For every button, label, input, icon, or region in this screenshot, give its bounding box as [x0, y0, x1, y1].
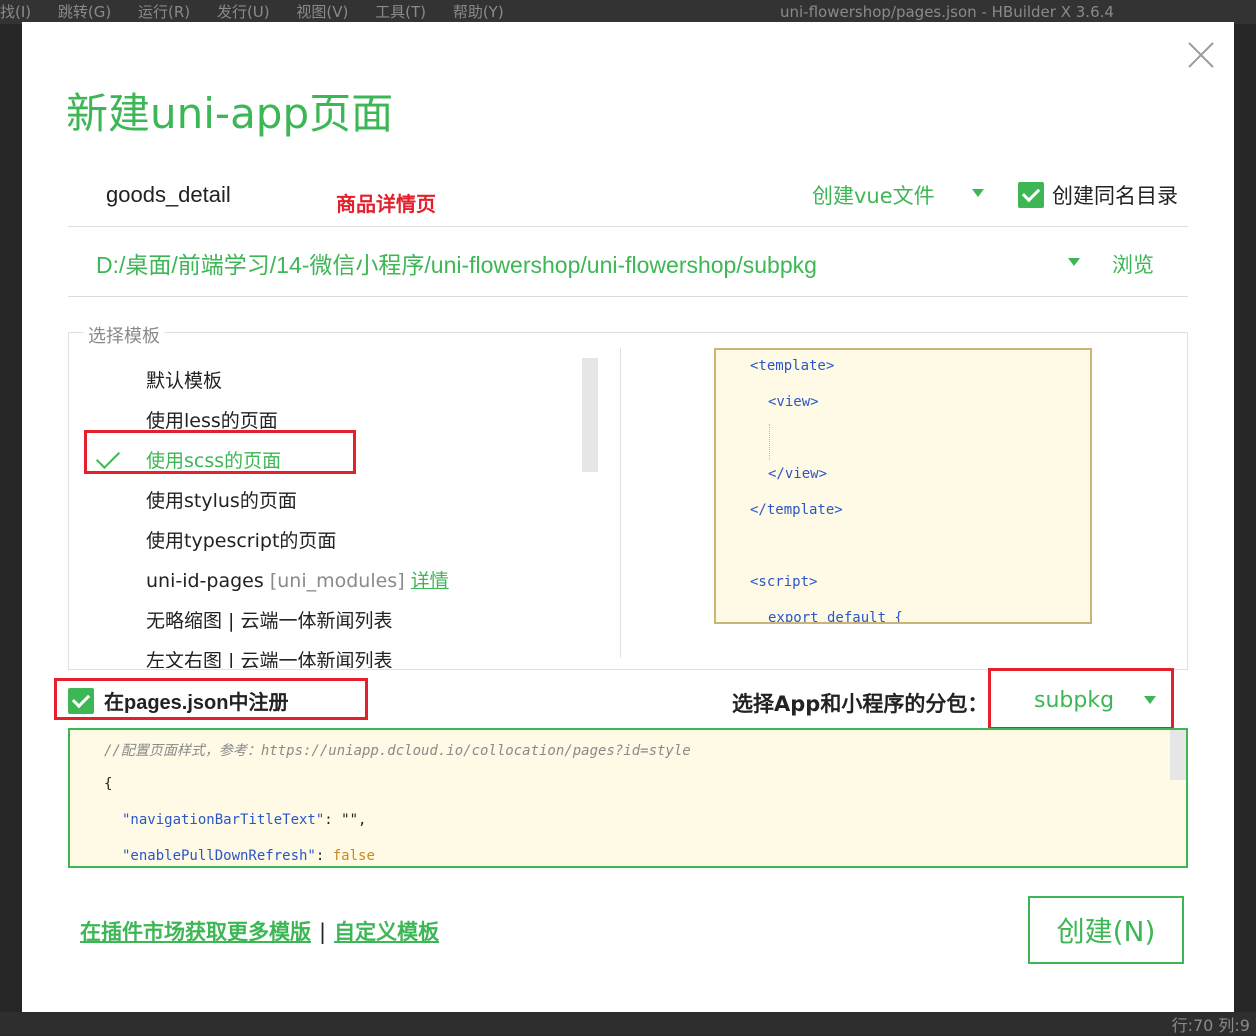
detail-link[interactable]: 详情 [411, 570, 449, 592]
menu-item-view[interactable]: 视图(V) [296, 3, 348, 21]
config-value: : "", [324, 812, 367, 828]
menu-item-help[interactable]: 帮助(Y) [453, 3, 504, 21]
path-input[interactable]: D:/桌面/前端学习/14-微信小程序/uni-flowershop/uni-f… [96, 246, 817, 280]
file-type-select[interactable]: 创建vue文件 [812, 180, 935, 210]
preview-line: </view> [768, 466, 828, 482]
config-scrollbar[interactable] [1170, 730, 1186, 780]
config-key: "navigationBarTitleText" [122, 812, 325, 828]
menu-item-tools[interactable]: 工具(T) [375, 3, 426, 21]
annotation-box [84, 430, 356, 474]
config-line: "enablePullDownRefresh": false [122, 848, 375, 864]
template-item-less[interactable]: 使用less的页面 [146, 406, 278, 433]
ide-window-title: uni-flowershop/pages.json - HBuilder X 3… [780, 3, 1114, 21]
chevron-down-icon[interactable] [972, 189, 984, 197]
menu-item-goto[interactable]: 跳转(G) [58, 3, 111, 21]
annotation-label: 商品详情页 [336, 192, 436, 216]
ide-left-panel [0, 24, 22, 1034]
subpkg-label: 选择App和小程序的分包： [732, 692, 989, 716]
template-item-uni-id-label: uni-id-pages [146, 570, 264, 592]
template-item-uni-id-pages[interactable]: uni-id-pages [uni_modules] 详情 [146, 566, 449, 593]
menu-item-find[interactable]: 找(I) [0, 3, 31, 21]
uni-modules-tag: [uni_modules] [269, 570, 405, 592]
create-same-dir-label: 创建同名目录 [1052, 184, 1178, 208]
template-item-typescript[interactable]: 使用typescript的页面 [146, 526, 336, 553]
browse-button[interactable]: 浏览 [1112, 249, 1154, 279]
ide-status-bar: 行:70 列:9 [0, 1012, 1256, 1035]
divider [68, 226, 1188, 227]
create-same-dir-checkbox[interactable]: 创建同名目录 [1018, 180, 1178, 210]
page-name-input[interactable] [104, 176, 328, 214]
chevron-down-icon[interactable] [1068, 258, 1080, 266]
footer-separator: | [319, 920, 327, 944]
preview-line: <script> [750, 574, 818, 590]
config-key: "enablePullDownRefresh" [122, 848, 316, 864]
checkbox-checked-icon[interactable] [1018, 182, 1044, 208]
template-list: 默认模板 使用less的页面 使用scss的页面 使用stylus的页面 使用t… [82, 356, 582, 668]
template-legend: 选择模板 [84, 322, 164, 348]
template-item-news-list-image[interactable]: 左文右图 | 云端一体新闻列表 [146, 646, 392, 668]
config-brace: { [104, 776, 113, 792]
divider [68, 296, 1188, 297]
new-page-dialog: 新建uni-app页面 商品详情页 创建vue文件 创建同名目录 D:/桌面/前… [22, 22, 1234, 1012]
preview-line: <template> [750, 358, 835, 374]
plugin-market-link[interactable]: 在插件市场获取更多模版 [80, 920, 311, 944]
divider [620, 348, 621, 658]
dialog-title: 新建uni-app页面 [66, 89, 394, 138]
cursor-position: 行:70 列:9 [1171, 1016, 1250, 1035]
custom-template-link[interactable]: 自定义模板 [334, 920, 439, 944]
menu-item-run[interactable]: 运行(R) [138, 3, 190, 21]
page-config-editor[interactable]: //配置页面样式，参考：https://uniapp.dcloud.io/col… [68, 728, 1188, 868]
preview-line: export default { [768, 610, 903, 624]
indent-guide [769, 424, 770, 460]
preview-line: </template> [750, 502, 843, 518]
template-item-default[interactable]: 默认模板 [146, 366, 222, 393]
preview-line: <view> [768, 394, 819, 410]
annotation-box [988, 668, 1174, 730]
template-list-scrollbar[interactable] [582, 358, 598, 472]
config-line: "navigationBarTitleText": "", [122, 812, 366, 828]
template-preview: <template> <view> </view> </template> <s… [714, 348, 1092, 624]
config-value: false [332, 848, 375, 864]
create-button[interactable]: 创建(N) [1028, 896, 1184, 964]
config-sep: : [315, 848, 333, 864]
template-item-news-list[interactable]: 无略缩图 | 云端一体新闻列表 [146, 606, 392, 633]
menu-item-publish[interactable]: 发行(U) [217, 3, 270, 21]
config-comment: //配置页面样式，参考：https://uniapp.dcloud.io/col… [104, 743, 691, 759]
ide-right-panel [1234, 24, 1256, 1034]
template-item-stylus[interactable]: 使用stylus的页面 [146, 486, 297, 513]
annotation-box [54, 678, 368, 720]
footer-links: 在插件市场获取更多模版 | 自定义模板 [80, 916, 439, 946]
close-icon[interactable] [1186, 40, 1216, 70]
